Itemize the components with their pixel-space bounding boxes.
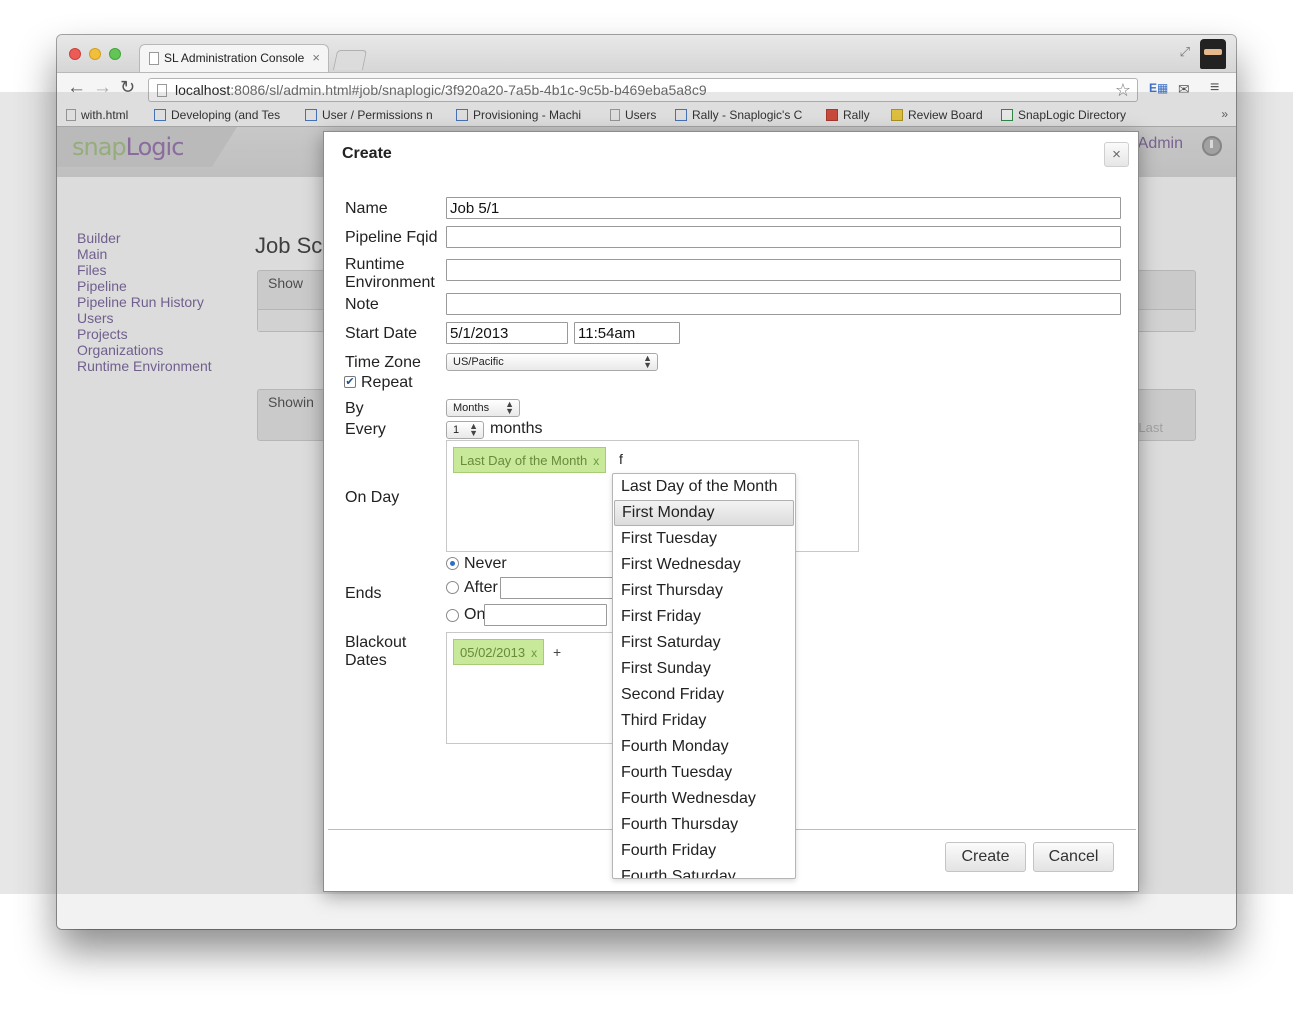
name-input[interactable] (446, 197, 1121, 219)
every-select[interactable]: 1 ▲ ▼ (446, 421, 484, 439)
tab-close-icon[interactable]: × (312, 50, 320, 65)
every-value: 1 (453, 424, 460, 436)
page-favicon-icon (149, 52, 159, 65)
repeat-label: Repeat (361, 374, 413, 391)
start-time-input[interactable] (574, 322, 680, 344)
dropdown-option[interactable]: First Saturday (613, 630, 795, 656)
new-tab-button[interactable] (332, 50, 368, 70)
fullscreen-icon[interactable]: ⤢ (1180, 44, 1190, 60)
dropdown-option[interactable]: Fourth Tuesday (613, 760, 795, 786)
select-arrows-icon: ▲ ▼ (643, 353, 652, 370)
tab-title: SL Administration Console (164, 51, 305, 65)
dropdown-option[interactable]: Fourth Monday (613, 734, 795, 760)
zoom-window-button[interactable] (109, 48, 121, 60)
runtime-label-line2: Environment (345, 274, 435, 291)
minimize-window-button[interactable] (89, 48, 101, 60)
every-label: Every (345, 421, 386, 438)
blackout-tag: 05/02/2013 x (453, 639, 545, 665)
profile-avatar-icon[interactable] (1200, 39, 1226, 69)
ends-never-label: Never (464, 555, 507, 572)
select-arrows-icon: ▲ ▼ (505, 399, 514, 416)
on-day-tag-label: Last Day of the Month (460, 453, 588, 468)
blackout-label-line1: Blackout (345, 634, 407, 651)
pipeline-fqid-input[interactable] (446, 226, 1121, 248)
on-day-label: On Day (345, 489, 400, 506)
tag-remove-icon[interactable]: x (531, 646, 537, 660)
start-date-label: Start Date (345, 325, 418, 342)
runtime-label-line1: Runtime (345, 256, 405, 273)
start-date-input[interactable] (446, 322, 568, 344)
ends-after-input[interactable] (500, 577, 615, 599)
note-input[interactable] (446, 293, 1121, 315)
dropdown-option[interactable]: Fourth Thursday (613, 812, 795, 838)
blackout-label-line2: Dates (345, 652, 387, 669)
dropdown-option[interactable]: Last Day of the Month (613, 474, 795, 500)
dropdown-option[interactable]: First Sunday (613, 656, 795, 682)
ends-never-radio[interactable] (446, 557, 459, 570)
blackout-tag-label: 05/02/2013 (460, 645, 526, 660)
dialog-close-button[interactable]: × (1104, 142, 1129, 167)
dialog-title: Create (342, 145, 392, 162)
repeat-checkbox[interactable]: ✔ (344, 376, 356, 388)
dropdown-option[interactable]: Fourth Saturday (613, 864, 795, 878)
time-zone-select[interactable]: US/Pacific ▲ ▼ (446, 353, 658, 371)
dropdown-option[interactable]: First Tuesday (613, 526, 795, 552)
dropdown-option[interactable]: Third Friday (613, 708, 795, 734)
close-window-button[interactable] (69, 48, 81, 60)
ends-on-input[interactable] (484, 604, 607, 626)
dropdown-option[interactable]: Fourth Friday (613, 838, 795, 864)
time-zone-label: Time Zone (345, 354, 421, 371)
by-label: By (345, 400, 364, 417)
ends-on-radio[interactable] (446, 609, 459, 622)
ends-after-radio[interactable] (446, 581, 459, 594)
dropdown-option-highlighted[interactable]: First Monday (614, 500, 794, 526)
on-day-dropdown: Last Day of the Month First Monday First… (612, 473, 796, 879)
browser-tab[interactable]: SL Administration Console × (139, 44, 329, 72)
pipeline-fqid-label: Pipeline Fqid (345, 229, 438, 246)
by-select[interactable]: Months ▲ ▼ (446, 399, 520, 417)
create-button[interactable]: Create (945, 842, 1026, 872)
on-day-tag: Last Day of the Month x (453, 447, 607, 473)
select-arrows-icon: ▲ ▼ (469, 421, 478, 438)
by-value: Months (453, 402, 490, 414)
every-unit-label: months (490, 420, 543, 437)
ends-label: Ends (345, 585, 382, 602)
name-label: Name (345, 200, 388, 217)
dropdown-option[interactable]: First Friday (613, 604, 795, 630)
blackout-dates-label: Blackout Dates (345, 634, 406, 670)
add-blackout-date-button[interactable]: + (553, 644, 561, 660)
tag-remove-icon[interactable]: x (593, 454, 599, 468)
note-label: Note (345, 296, 379, 313)
runtime-environment-label: Runtime Environment (345, 256, 435, 292)
blackout-tag-box[interactable]: 05/02/2013 x + (446, 632, 614, 744)
dropdown-option[interactable]: Second Friday (613, 682, 795, 708)
ends-after-label: After (464, 579, 498, 596)
ends-on-label: On (464, 606, 486, 623)
runtime-environment-input[interactable] (446, 259, 1121, 281)
dropdown-option[interactable]: First Thursday (613, 578, 795, 604)
dropdown-option[interactable]: First Wednesday (613, 552, 795, 578)
on-day-query[interactable]: f (619, 451, 623, 467)
dropdown-option[interactable]: Fourth Wednesday (613, 786, 795, 812)
time-zone-value: US/Pacific (453, 356, 504, 368)
browser-titlebar: SL Administration Console × ⤢ (57, 35, 1236, 72)
cancel-button[interactable]: Cancel (1033, 842, 1114, 872)
